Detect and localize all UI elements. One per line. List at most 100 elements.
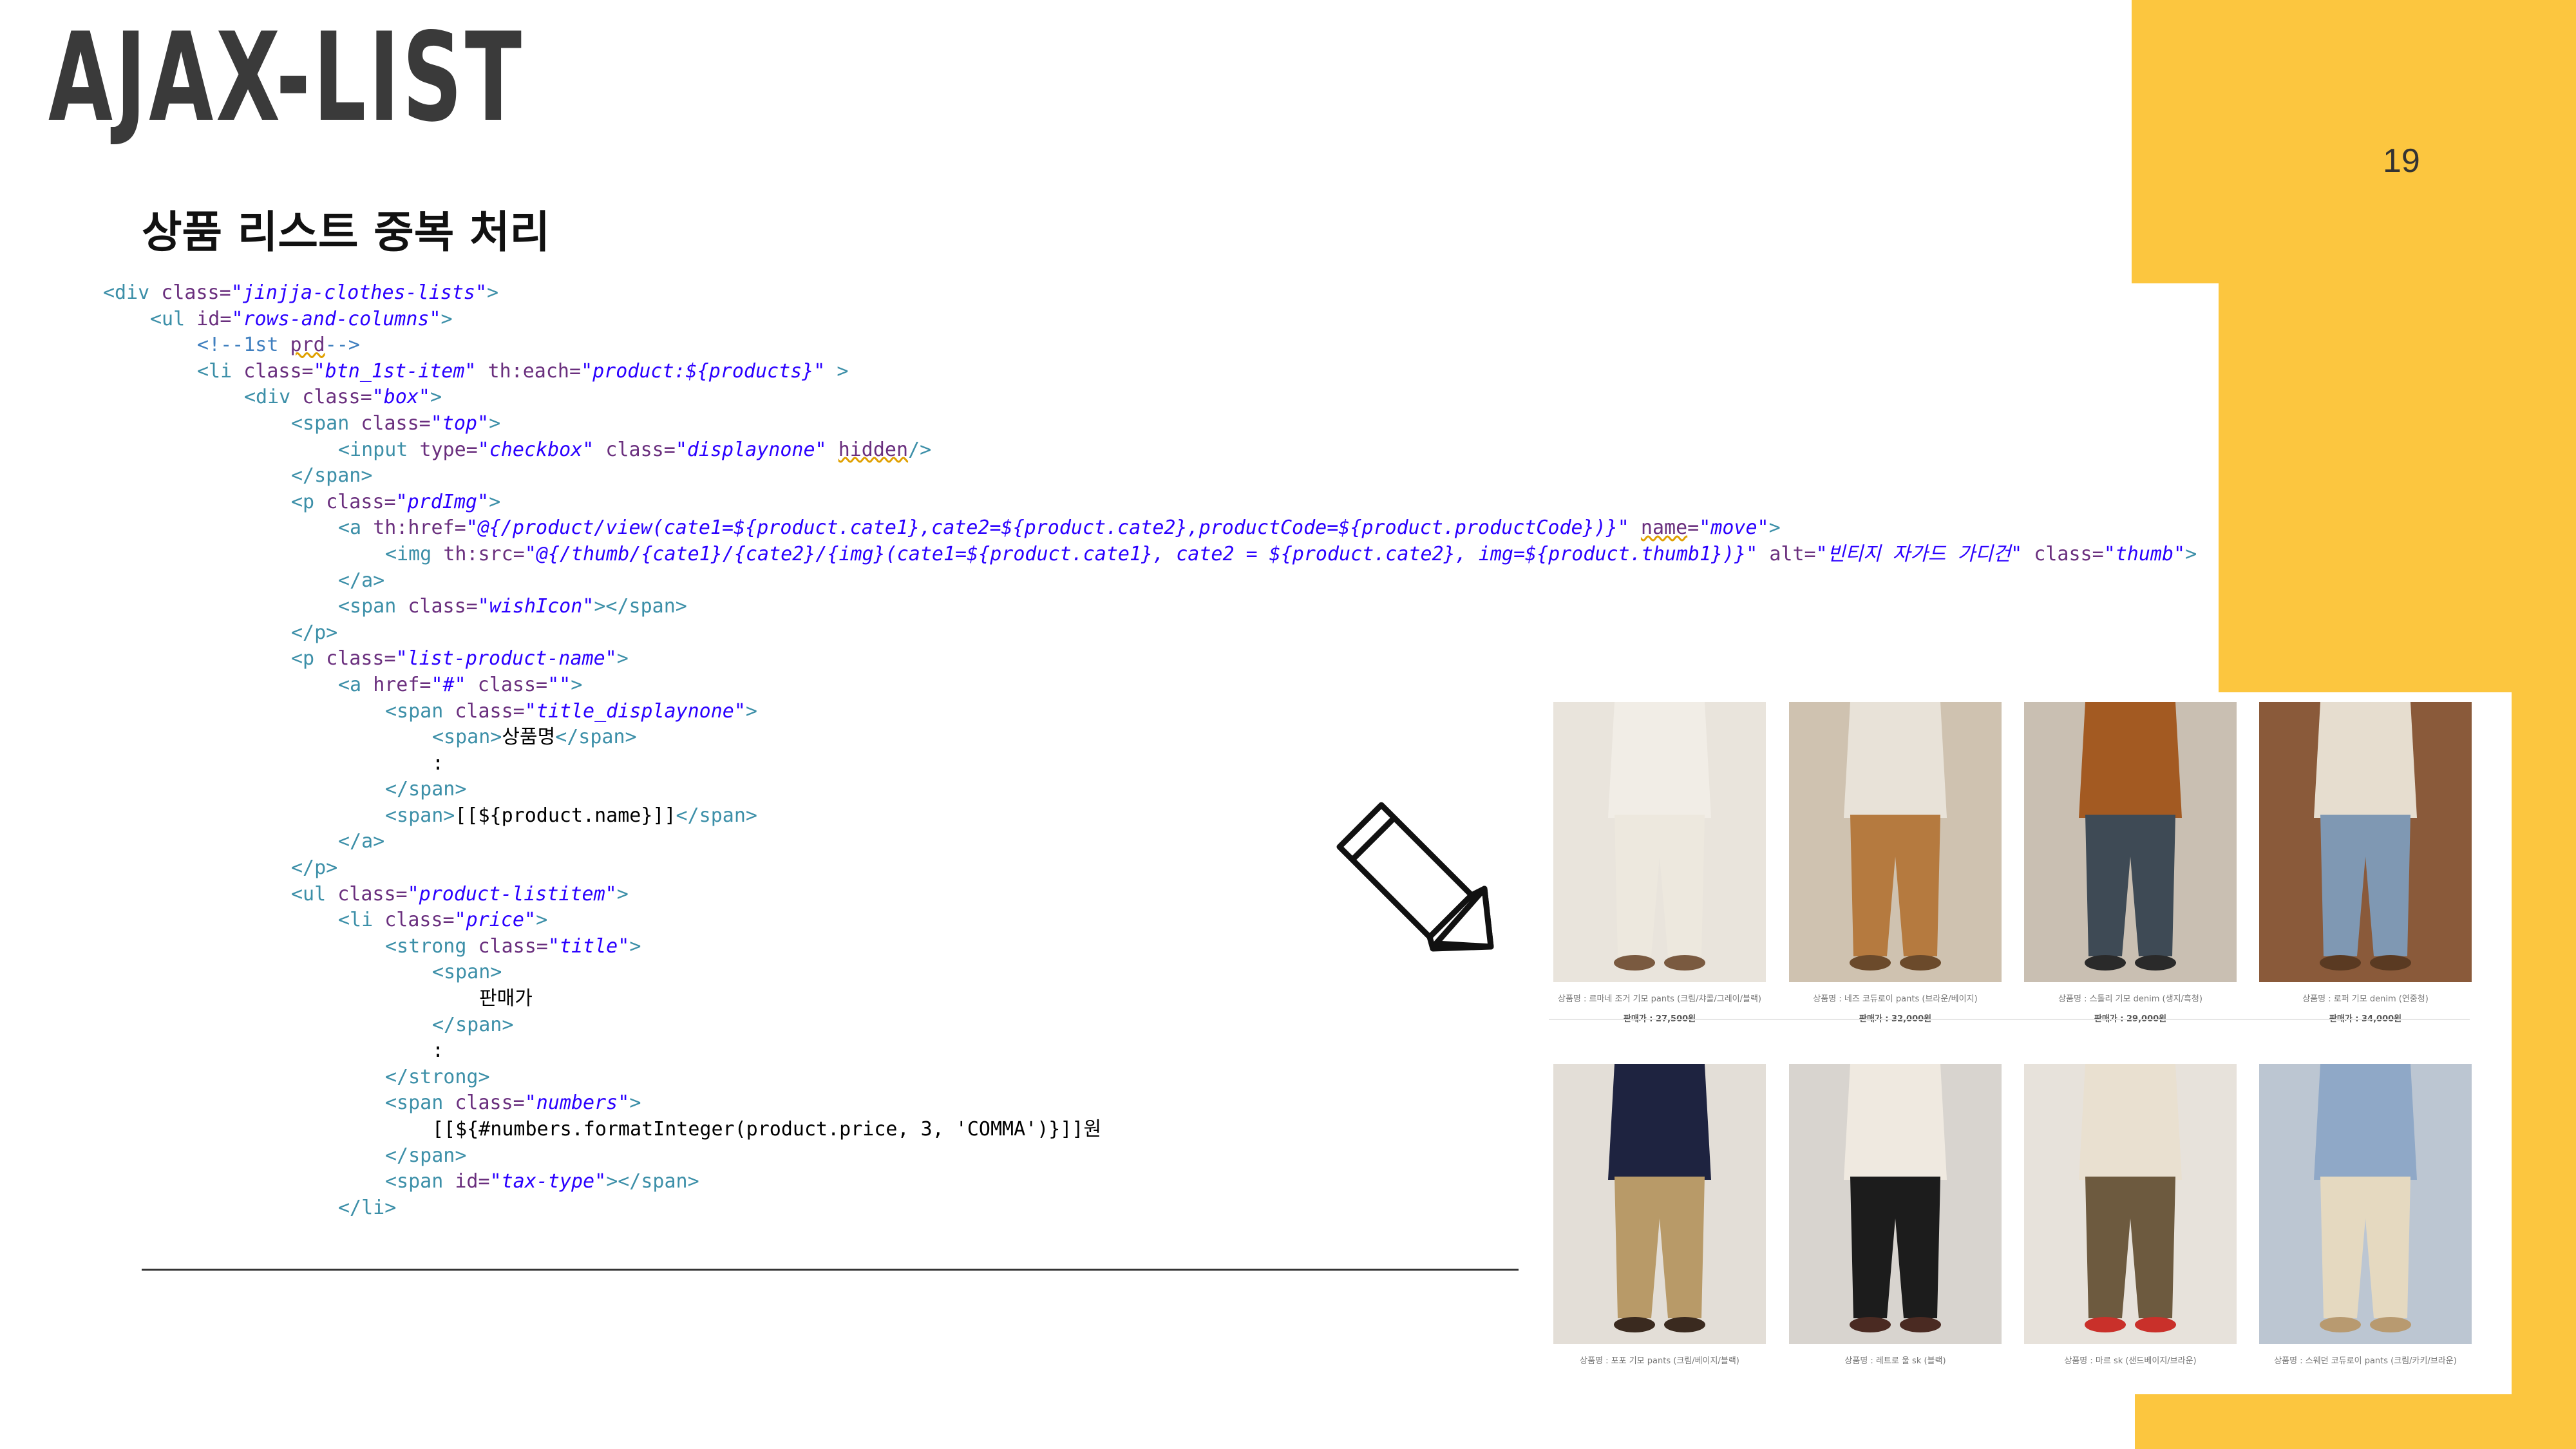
code-token: "box" [372,386,430,409]
code-token: </strong> [385,1065,490,1088]
code-token: </span> [676,804,757,827]
code-line: <ul id="rows-and-columns"> [103,307,2197,333]
code-token: <div [244,386,303,409]
product-name[interactable]: 상품명 : 레트로 울 sk (블랙) [1789,1356,2002,1367]
code-token: > [489,490,501,513]
row-rule [1549,1019,2470,1020]
product-thumbnail[interactable] [1789,702,2002,982]
code-token: class= [384,909,455,932]
code-token: </li> [338,1196,397,1219]
code-token: class= [478,934,548,958]
code-token: = [1687,516,1700,540]
product-name[interactable]: 상품명 : 네즈 코듀로이 pants (브라운/베이지) [1789,994,2002,1005]
code-token: > [825,359,849,383]
product-thumbnail[interactable] [2024,702,2237,982]
code-token: <p [291,647,327,670]
product-thumbnail[interactable] [1789,1064,2002,1344]
slide-title: AJAX-LIST [48,6,525,149]
code-token: th:src= [443,542,525,565]
code-token: "product-listitem" [407,882,617,905]
code-token: "thumb" [2103,542,2186,565]
code-token: </span> [555,726,637,749]
product-card[interactable]: 상품명 : 레트로 울 sk (블랙) [1789,1064,2002,1374]
code-token: "numbers" [524,1092,630,1115]
product-price: 판매가 : 27,500원 [1623,1014,1696,1024]
code-token: <input [338,438,420,461]
code-token: class= [326,647,396,670]
code-line: <div class="jinjja-clothes-lists"> [103,280,2197,307]
code-token: <li [338,909,385,932]
code-line: <p class="prdImg"> [103,489,2197,516]
code-token: "price" [454,909,536,932]
product-thumbnail[interactable] [1553,1064,1766,1344]
code-token: > [571,673,583,696]
code-token: <span [385,1170,455,1193]
code-token: <a [338,516,374,540]
code-token: class= [408,595,478,618]
code-token: href= [373,673,431,696]
arrow-icon [1336,802,1494,952]
code-line: </span> [103,463,2197,489]
product-price: 판매가 : 29,000원 [2094,1014,2167,1024]
product-card[interactable]: 상품명 : 마르 sk (샌드베이지/브라운) [2024,1064,2237,1374]
code-token: "checkbox" [477,438,594,461]
code-line: <!--1st prd--> [103,332,2197,359]
product-card[interactable]: 상품명 : 르마네 조거 기모 pants (크림/챠콜/그레이/블랙) 판매가 … [1553,702,1766,1024]
code-token: class= [466,673,548,696]
product-name[interactable]: 상품명 : 로퍼 기모 denim (연중청) [2259,994,2472,1005]
code-token: <span> [432,726,502,749]
code-token: ></span> [594,595,687,618]
code-token: id= [196,307,232,330]
code-token: class= [594,438,676,461]
code-token: class= [2022,542,2104,565]
product-price: 판매가 : 34,000원 [2329,1014,2402,1024]
product-card[interactable]: 상품명 : 스웨던 코듀로이 pants (크림/카키/브라운) [2259,1064,2472,1374]
code-token: "wishIcon" [477,595,594,618]
code-token: "list-product-name" [395,647,617,670]
code-token: "title" [547,934,630,958]
code-token: "" [547,673,571,696]
code-token: th:href= [373,516,466,540]
product-name[interactable]: 상품명 : 스톨리 기모 denim (생지/흑청) [2024,994,2237,1005]
product-card[interactable]: 상품명 : 네즈 코듀로이 pants (브라운/베이지) 판매가 : 32,00… [1789,702,2002,1024]
code-token: > [489,412,501,435]
code-token: </span> [291,464,373,488]
code-token: </span> [385,778,467,801]
code-token: ></span> [606,1170,699,1193]
code-token: <ul [291,882,338,905]
code-line: <span class="wishIcon"></span> [103,594,2197,620]
code-token: > [487,281,499,304]
product-card[interactable]: 상품명 : 로퍼 기모 denim (연중청) 판매가 : 34,000원 [2259,702,2472,1024]
product-card[interactable]: 상품명 : 포포 기모 pants (크림/베이지/블랙) [1553,1064,1766,1374]
code-token: /> [908,438,932,461]
code-token: : [432,1039,444,1063]
product-name[interactable]: 상품명 : 포포 기모 pants (크림/베이지/블랙) [1553,1356,1766,1367]
code-token: prd [290,334,325,357]
code-token: "빈티지 자가드 가디건" [1815,542,2023,565]
code-token: </a> [338,569,385,592]
code-token: </p> [291,857,338,880]
code-token: <p [291,490,327,513]
code-token: "@{/thumb/{cate1}/{cate2}/{img}(cate1=${… [524,542,1758,565]
code-token: <span [291,412,361,435]
code-token: > [2185,542,2197,565]
product-name[interactable]: 상품명 : 르마네 조거 기모 pants (크림/챠콜/그레이/블랙) [1553,994,1766,1005]
product-name[interactable]: 상품명 : 마르 sk (샌드베이지/브라운) [2024,1356,2237,1367]
product-thumbnail[interactable] [2024,1064,2237,1344]
product-card[interactable]: 상품명 : 스톨리 기모 denim (생지/흑청) 판매가 : 29,000원 [2024,702,2237,1024]
code-line: <li class="btn_1st-item" th:each="produc… [103,359,2197,385]
code-line: <img th:src="@{/thumb/{cate1}/{cate2}/{i… [103,542,2197,568]
product-thumbnail[interactable] [2259,1064,2472,1344]
code-token: class= [243,359,314,383]
code-token: "#" [431,673,466,696]
product-name[interactable]: 상품명 : 스웨던 코듀로이 pants (크림/카키/브라운) [2259,1356,2472,1367]
product-thumbnail[interactable] [2259,702,2472,982]
code-token: "jinjja-clothes-lists" [231,281,488,304]
product-price: 판매가 : 32,000원 [1859,1014,1932,1024]
code-token: <a [338,673,374,696]
code-token: th:each= [476,359,582,383]
code-line: </a> [103,568,2197,594]
product-thumbnail[interactable] [1553,702,1766,982]
